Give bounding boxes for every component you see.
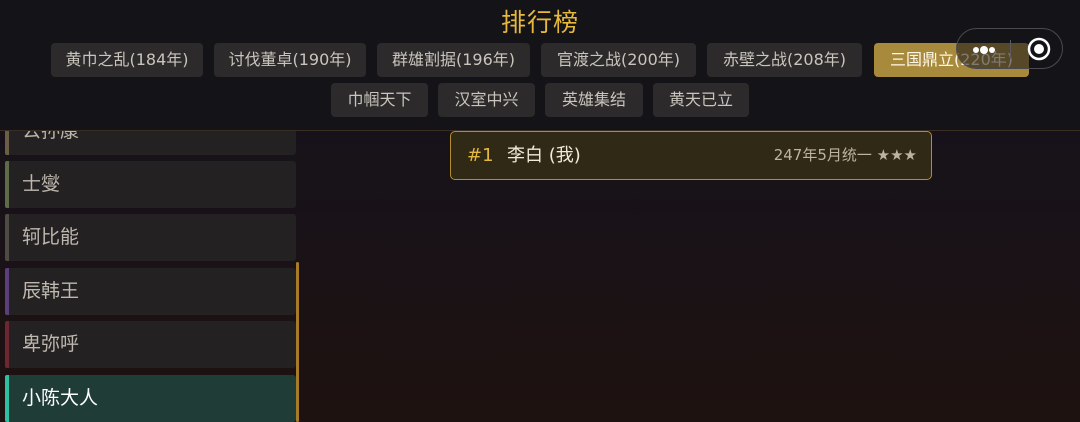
player-name: 李白 (我)	[507, 145, 581, 166]
sidebar-item-kebineng[interactable]: 轲比能	[5, 214, 296, 261]
miniprogram-capsule	[956, 28, 1063, 69]
leaderboard-screen: 排行榜 黄巾之乱(184年) 讨伐董卓(190年) 群雄割据(196年) 官渡之…	[0, 0, 1080, 422]
tab-yellow-heaven[interactable]: 黄天已立	[653, 83, 749, 117]
header: 排行榜 黄巾之乱(184年) 讨伐董卓(190年) 群雄割据(196年) 官渡之…	[0, 0, 1080, 131]
tab-warlords[interactable]: 群雄割据(196年)	[377, 43, 530, 77]
sidebar-item-label: 辰韩王	[22, 280, 80, 302]
tab-yellow-turban[interactable]: 黄巾之乱(184年)	[51, 43, 203, 77]
tab-heroes-gather[interactable]: 英雄集结	[545, 83, 643, 117]
sidebar-item-shi-xie[interactable]: 士燮	[5, 161, 296, 208]
item-accent-bar	[5, 131, 9, 155]
sidebar-item-label: 轲比能	[22, 226, 80, 248]
tab-han-revival[interactable]: 汉室中兴	[438, 83, 535, 117]
sidebar-item-label: 公孙康	[22, 131, 80, 142]
unify-date-stars: 247年5月统一 ★★★	[773, 146, 917, 164]
more-dots-icon[interactable]	[971, 42, 997, 56]
tab-heroines[interactable]: 巾帼天下	[331, 83, 428, 117]
tab-guandu[interactable]: 官渡之战(200年)	[541, 43, 696, 77]
item-accent-bar	[5, 161, 9, 208]
target-circle-icon[interactable]	[1027, 37, 1051, 61]
item-accent-bar	[5, 375, 9, 422]
sidebar-item-label: 小陈大人	[22, 387, 99, 409]
sidebar: 公孙康 士燮 轲比能 辰韩王 卑弥呼 小陈大人	[0, 131, 300, 422]
capsule-divider	[1010, 40, 1011, 59]
sidebar-item-gongsun-kang[interactable]: 公孙康	[5, 131, 296, 155]
tab-red-cliffs[interactable]: 赤壁之战(208年)	[707, 43, 862, 77]
sidebar-item-label: 士燮	[22, 173, 61, 195]
sidebar-item-himiko[interactable]: 卑弥呼	[5, 321, 296, 368]
item-accent-bar	[5, 214, 9, 261]
tab-dong-zhuo[interactable]: 讨伐董卓(190年)	[214, 43, 366, 77]
sidebar-item-chenhan-king[interactable]: 辰韩王	[5, 268, 296, 315]
rank-number: #1	[467, 145, 494, 166]
item-accent-bar	[5, 268, 9, 315]
item-accent-bar	[5, 321, 9, 368]
sidebar-scrollbar[interactable]	[296, 262, 299, 422]
sidebar-item-xiaochen[interactable]: 小陈大人	[5, 375, 296, 422]
sidebar-item-label: 卑弥呼	[22, 333, 80, 355]
page-title: 排行榜	[500, 8, 579, 37]
rank-row[interactable]: #1 李白 (我) 247年5月统一 ★★★	[450, 131, 932, 180]
